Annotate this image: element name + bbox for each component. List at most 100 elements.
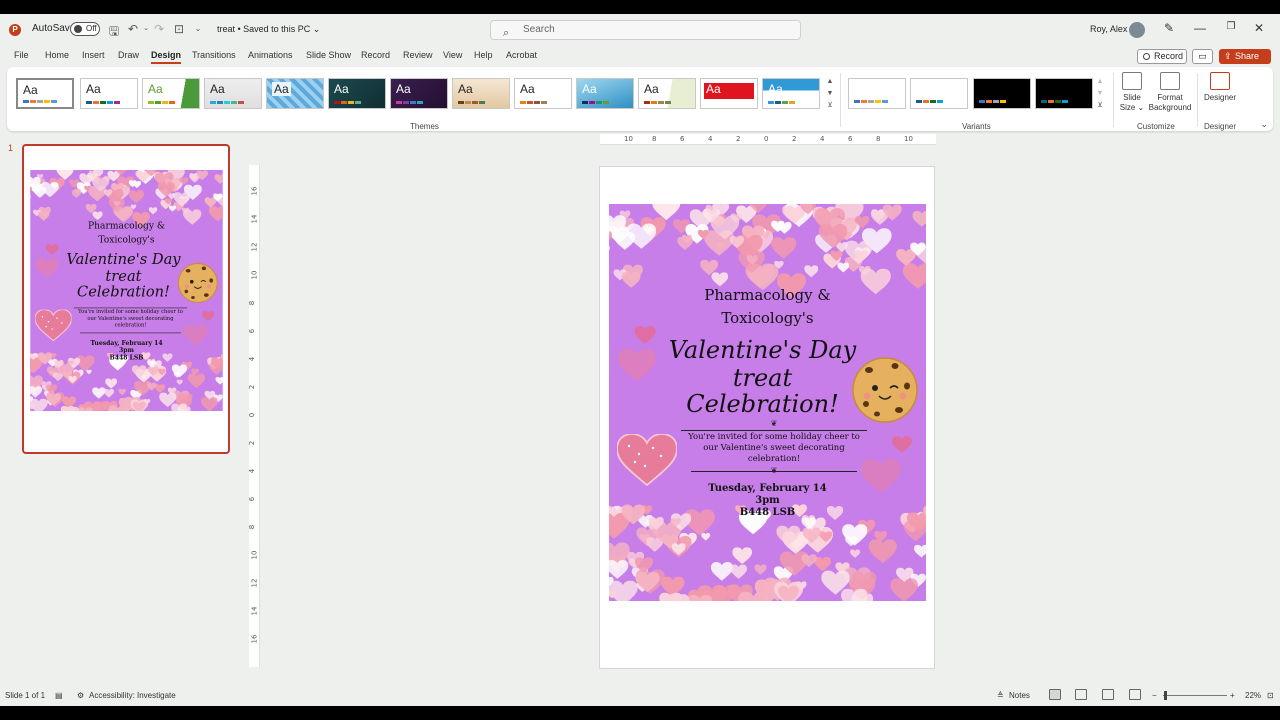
slide-sorter-icon[interactable] (1075, 689, 1087, 700)
theme-ion[interactable]: Aa (328, 78, 386, 109)
present-from-beginning-icon[interactable]: ⊡ (172, 22, 186, 36)
theme-sample-text: Aa (210, 82, 225, 96)
theme-retrospect[interactable]: Aa (514, 78, 572, 109)
theme-circuit[interactable]: Aa (762, 78, 820, 109)
poster-invite-text[interactable]: You're invited for some holiday cheer to… (681, 432, 867, 465)
variant-1[interactable] (848, 78, 906, 109)
variant-2[interactable] (910, 78, 968, 109)
avatar[interactable] (1129, 22, 1145, 38)
spelling-icon[interactable]: ▤ (55, 691, 63, 700)
variant-3[interactable] (973, 78, 1031, 109)
record-button[interactable]: Record (1137, 49, 1187, 64)
themes-gallery-scroll[interactable]: ▲ ▼ ⊻ (825, 76, 835, 112)
slide-size-label: Slide Size ⌄ (1119, 93, 1145, 112)
more-themes-icon[interactable]: ⊻ (825, 100, 835, 112)
tab-record[interactable]: Record (361, 50, 390, 60)
ruler-tick: 10 (250, 550, 259, 560)
customize-quick-access-icon[interactable]: ⌄ (191, 24, 205, 33)
variants-gallery-scroll[interactable]: ▲ ▼ ⊻ (1095, 76, 1105, 112)
theme-slice[interactable]: Aa (576, 78, 634, 109)
theme-wood-type[interactable]: Aa (452, 78, 510, 109)
variant-4[interactable] (1035, 78, 1093, 109)
theme-office-2[interactable]: Aa (80, 78, 138, 109)
restore-button[interactable]: ❐ (1222, 21, 1240, 32)
tab-view[interactable]: View (443, 50, 462, 60)
theme-organic[interactable]: Aa (390, 78, 448, 109)
save-icon[interactable]: 🖫 (107, 22, 121, 43)
tab-home[interactable]: Home (45, 50, 69, 60)
screen-bottom-border (0, 706, 1280, 720)
designer-button[interactable]: Designer (1202, 72, 1238, 103)
normal-view-icon[interactable] (1049, 689, 1061, 700)
reading-view-icon[interactable] (1102, 689, 1114, 700)
thumb-date: Tuesday, February 14 (90, 339, 163, 347)
tab-review[interactable]: Review (403, 50, 433, 60)
collapse-ribbon-chevron-icon[interactable]: ⌄ (1260, 119, 1268, 130)
ruler-tick: 14 (250, 606, 259, 616)
more-variants-icon[interactable]: ⊻ (1095, 100, 1105, 112)
poster-script-line-2[interactable]: treat (609, 364, 926, 392)
tab-acrobat[interactable]: Acrobat (506, 50, 537, 60)
user-name[interactable]: Roy, Alex (1090, 24, 1127, 34)
slide-show-icon[interactable] (1129, 689, 1141, 700)
document-title[interactable]: treat • Saved to this PC ⌄ (217, 24, 320, 35)
zoom-out-button[interactable]: − (1152, 691, 1157, 700)
chevron-down-icon[interactable]: ▼ (1095, 88, 1105, 100)
minimize-button[interactable]: — (1191, 21, 1209, 35)
chevron-up-icon[interactable]: ▲ (1095, 76, 1105, 88)
poster-script-line-1[interactable]: Valentine's Day (609, 336, 926, 364)
notes-button[interactable]: Notes (1009, 691, 1030, 700)
format-background-button[interactable]: Format Background (1148, 72, 1192, 113)
poster-title-line-1[interactable]: Pharmacology & (609, 286, 926, 304)
tab-design[interactable]: Design (151, 50, 182, 64)
tab-slide-show[interactable]: Slide Show (306, 50, 351, 60)
autosave-label: AutoSave (32, 23, 76, 34)
redo-icon[interactable]: ↷ (152, 22, 166, 36)
close-button[interactable]: ✕ (1250, 21, 1268, 35)
poster-time[interactable]: 3pm (609, 495, 926, 506)
thumbnail-text-layer: Pharmacology & Toxicology's Valentine's … (30, 170, 223, 411)
theme-wisp[interactable]: Aa (638, 78, 696, 109)
theme-ion-boardroom[interactable]: Aa (266, 78, 324, 109)
theme-office[interactable]: Aa (16, 78, 74, 109)
theme-integral[interactable]: Aa (204, 78, 262, 109)
accessibility-icon[interactable]: ⚙ (77, 691, 84, 700)
pen-icon[interactable]: ✎ (1160, 21, 1178, 35)
ruler-tick: 0 (248, 412, 257, 418)
autosave-toggle[interactable]: Off (70, 22, 100, 36)
poster-title-line-2[interactable]: Toxicology's (609, 309, 926, 327)
chevron-down-icon[interactable]: ▼ (825, 88, 835, 100)
comments-button[interactable]: ▭ (1192, 49, 1213, 64)
zoom-level[interactable]: 22% (1245, 691, 1261, 700)
undo-icon[interactable]: ↶ (126, 22, 140, 36)
tab-insert[interactable]: Insert (82, 50, 105, 60)
thumb-room: B448 LSB (109, 354, 144, 362)
share-button[interactable]: ⇪ Share (1219, 49, 1271, 64)
tab-help[interactable]: Help (474, 50, 493, 60)
notes-icon[interactable]: ≜ (997, 691, 1004, 700)
theme-berlin[interactable]: Aa (700, 78, 758, 109)
tab-file[interactable]: File (14, 50, 29, 60)
fit-slide-icon[interactable]: ⊡ (1267, 691, 1274, 700)
poster-room[interactable]: B448 LSB (609, 507, 926, 518)
theme-facet[interactable]: Aa (142, 78, 200, 109)
undo-dropdown-chevron-icon[interactable]: ⌄ (139, 24, 153, 32)
slide-canvas[interactable]: Pharmacology & Toxicology's Valentine's … (599, 166, 935, 669)
ruler-tick: 2 (248, 384, 257, 390)
ruler-tick: 12 (250, 242, 259, 252)
tab-animations[interactable]: Animations (248, 50, 293, 60)
customize-group-label: Customize (1137, 122, 1175, 131)
poster-script-line-3[interactable]: Celebration! (609, 390, 926, 418)
tab-transitions[interactable]: Transitions (192, 50, 236, 60)
thumb-script-line-1: Valentine's Day (66, 250, 181, 268)
slide-size-button[interactable]: Slide Size ⌄ (1119, 72, 1145, 113)
chevron-up-icon[interactable]: ▲ (825, 76, 835, 88)
zoom-slider-handle[interactable] (1164, 691, 1167, 700)
zoom-in-button[interactable]: + (1230, 691, 1235, 700)
tab-draw[interactable]: Draw (118, 50, 139, 60)
zoom-slider[interactable] (1163, 695, 1227, 696)
poster-date[interactable]: Tuesday, February 14 (609, 483, 926, 494)
ruler-tick: 8 (248, 300, 257, 306)
accessibility-status[interactable]: Accessibility: Investigate (89, 691, 176, 700)
search-box[interactable]: ⌕ Search (490, 20, 801, 40)
